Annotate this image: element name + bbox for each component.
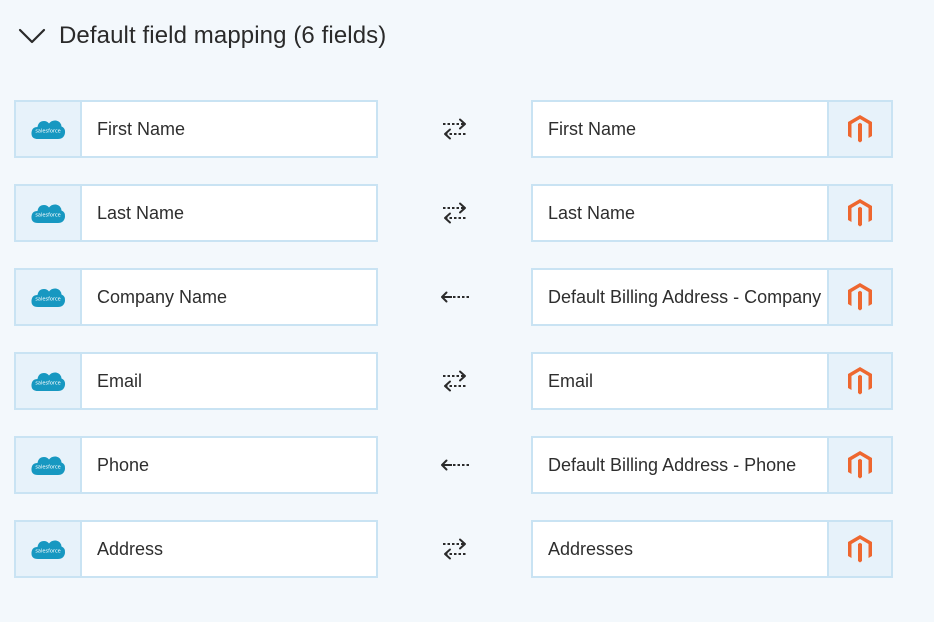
salesforce-logo-icon: salesforce <box>16 270 82 324</box>
salesforce-field[interactable]: salesforce Address <box>14 520 378 578</box>
salesforce-field-name: Email <box>97 370 143 391</box>
salesforce-logo-text: salesforce <box>35 129 60 135</box>
magento-field[interactable]: Default Billing Address - Company <box>531 268 893 326</box>
magento-field[interactable]: First Name <box>531 100 893 158</box>
magento-logo-icon <box>827 102 891 156</box>
salesforce-logo-text: salesforce <box>35 381 60 387</box>
sync-left-arrow-icon[interactable] <box>440 451 470 479</box>
salesforce-field[interactable]: salesforce First Name <box>14 100 378 158</box>
magento-logo-icon <box>827 522 891 576</box>
salesforce-field[interactable]: salesforce Phone <box>14 436 378 494</box>
salesforce-field[interactable]: salesforce Email <box>14 352 378 410</box>
salesforce-field-name: Phone <box>97 454 150 475</box>
salesforce-logo-icon: salesforce <box>16 354 82 408</box>
magento-field[interactable]: Addresses <box>531 520 893 578</box>
magento-logo-icon <box>827 270 891 324</box>
magento-logo-icon <box>827 354 891 408</box>
salesforce-logo-text: salesforce <box>35 213 60 219</box>
magento-field[interactable]: Last Name <box>531 184 893 242</box>
salesforce-logo-text: salesforce <box>35 297 60 303</box>
bidirectional-sync-icon[interactable] <box>440 535 470 563</box>
salesforce-logo-icon: salesforce <box>16 438 82 492</box>
salesforce-field-name: Address <box>97 538 164 559</box>
magento-logo-icon <box>827 438 891 492</box>
magento-field-name: Default Billing Address - Phone <box>548 454 797 475</box>
mapping-row: salesforce Email Email <box>0 352 934 410</box>
salesforce-logo-text: salesforce <box>35 465 60 471</box>
bidirectional-sync-icon[interactable] <box>440 115 470 143</box>
bidirectional-sync-icon[interactable] <box>440 199 470 227</box>
salesforce-logo-icon: salesforce <box>16 522 82 576</box>
magento-field-name: Default Billing Address - Company <box>548 286 822 307</box>
salesforce-logo-icon: salesforce <box>16 102 82 156</box>
sync-left-arrow-icon[interactable] <box>440 283 470 311</box>
salesforce-field-name: Company Name <box>97 286 228 307</box>
salesforce-field[interactable]: salesforce Company Name <box>14 268 378 326</box>
bidirectional-sync-icon[interactable] <box>440 367 470 395</box>
magento-field-name: Addresses <box>548 538 634 559</box>
salesforce-field[interactable]: salesforce Last Name <box>14 184 378 242</box>
magento-field[interactable]: Default Billing Address - Phone <box>531 436 893 494</box>
magento-field[interactable]: Email <box>531 352 893 410</box>
mapping-row: salesforce Phone Default Billing Address… <box>0 436 934 494</box>
field-mapping-section-toggle[interactable]: Default field mapping (6 fields) <box>18 18 386 54</box>
mapping-row: salesforce Last Name Last Name <box>0 184 934 242</box>
salesforce-logo-text: salesforce <box>35 549 60 555</box>
salesforce-logo-icon: salesforce <box>16 186 82 240</box>
magento-logo-icon <box>827 186 891 240</box>
magento-field-name: Last Name <box>548 202 636 223</box>
salesforce-field-name: Last Name <box>97 202 185 223</box>
mapping-row: salesforce Company Name Default Billing … <box>0 268 934 326</box>
chevron-down-icon <box>18 26 46 46</box>
salesforce-field-name: First Name <box>97 118 186 139</box>
magento-field-name: First Name <box>548 118 637 139</box>
magento-field-name: Email <box>548 370 594 391</box>
mapping-row: salesforce First Name First Name <box>0 100 934 158</box>
section-title: Default field mapping (6 fields) <box>59 22 387 49</box>
mapping-row: salesforce Address Addresses <box>0 520 934 578</box>
